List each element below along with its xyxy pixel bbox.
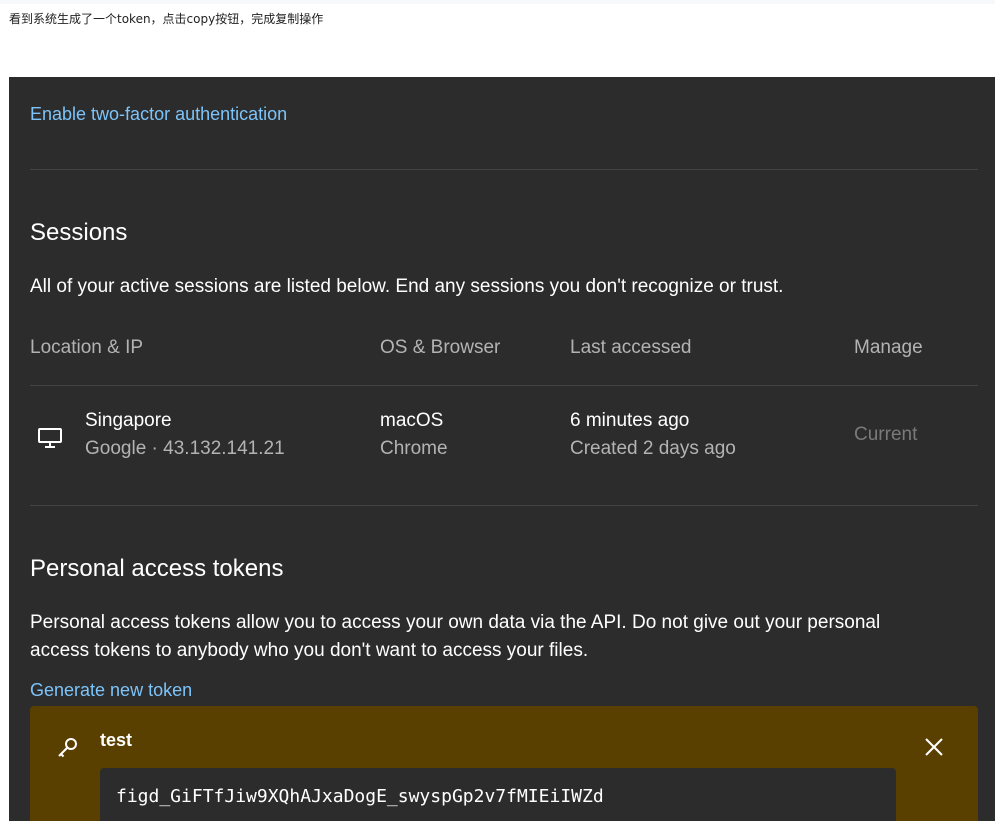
page-caption: 看到系统生成了一个token，点击copy按钮，完成复制操作 (9, 12, 324, 26)
divider (30, 385, 978, 386)
token-value-box[interactable]: figd_GiFTfJiw9XQhAJxaDogE_swyspGp2v7fMIE… (100, 768, 896, 821)
enable-two-factor-link[interactable]: Enable two-factor authentication (30, 104, 287, 125)
session-os: macOS (380, 410, 444, 431)
column-header-last-accessed: Last accessed (570, 337, 692, 358)
close-icon[interactable] (923, 736, 945, 758)
settings-panel: Enable two-factor authentication Session… (9, 77, 995, 821)
session-location: Singapore (85, 410, 172, 431)
token-name: test (100, 730, 133, 750)
sessions-title: Sessions (30, 219, 128, 246)
session-last-accessed: 6 minutes ago (570, 410, 690, 431)
tokens-title: Personal access tokens (30, 555, 284, 582)
token-card: test figd_GiFTfJiw9XQhAJxaDogE_swyspGp2v… (30, 706, 978, 821)
monitor-icon (38, 428, 62, 448)
sessions-description: All of your active sessions are listed b… (30, 276, 784, 297)
token-value[interactable]: figd_GiFTfJiw9XQhAJxaDogE_swyspGp2v7fMIE… (116, 786, 604, 807)
divider (30, 505, 978, 506)
session-browser: Chrome (380, 438, 448, 459)
session-ip: Google · 43.132.141.21 (85, 438, 285, 459)
tokens-description-line2: access tokens to anybody who you don't w… (30, 640, 589, 661)
divider (30, 169, 978, 170)
session-current-badge: Current (854, 424, 918, 445)
column-header-os-browser: OS & Browser (380, 337, 501, 358)
column-header-manage: Manage (854, 337, 923, 358)
tokens-description-line1: Personal access tokens allow you to acce… (30, 612, 881, 633)
key-icon (58, 738, 77, 758)
column-header-location: Location & IP (30, 337, 144, 358)
generate-new-token-link[interactable]: Generate new token (30, 680, 192, 701)
top-band (0, 0, 995, 4)
session-created: Created 2 days ago (570, 438, 736, 459)
